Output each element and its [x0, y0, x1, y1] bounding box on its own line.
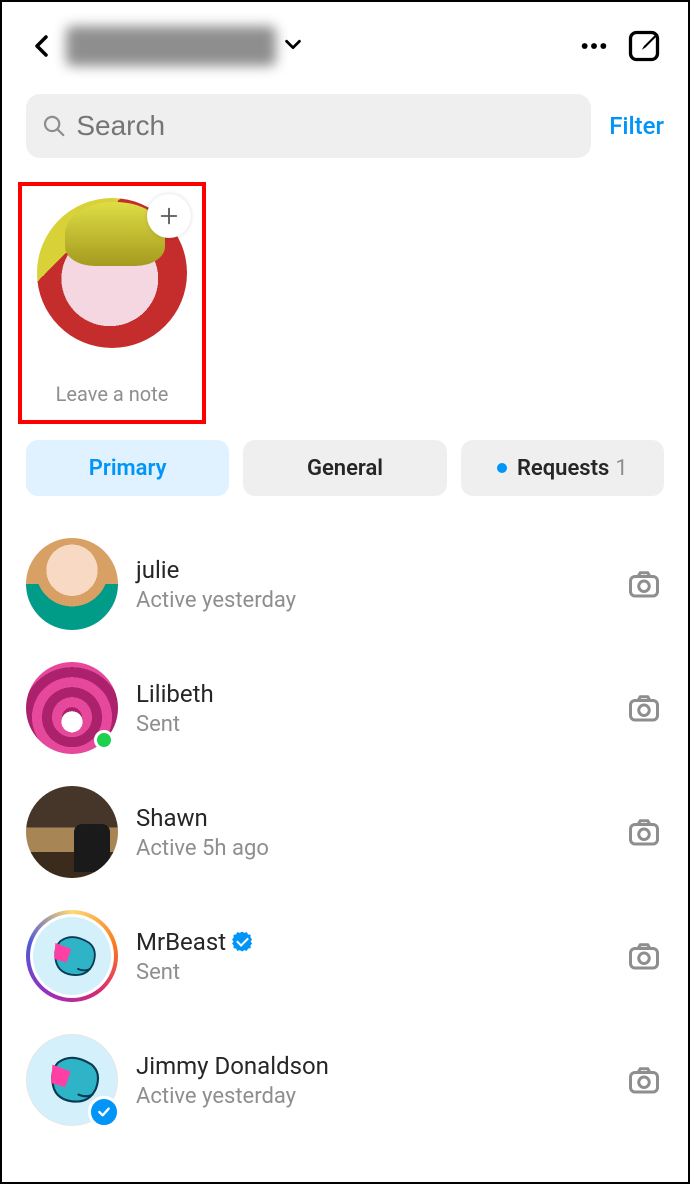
tab-primary-label: Primary: [89, 456, 167, 481]
chat-name: Lilibeth: [136, 680, 214, 708]
leave-note-card[interactable]: Leave a note: [18, 182, 206, 424]
chat-name: Shawn: [136, 804, 208, 832]
tab-general[interactable]: General: [243, 440, 446, 496]
camera-button[interactable]: [624, 936, 664, 976]
chat-status: Sent: [136, 712, 606, 737]
camera-icon: [626, 566, 662, 602]
chat-text: Shawn Active 5h ago: [136, 804, 606, 861]
avatar: [26, 910, 118, 1002]
chevron-left-icon: [30, 34, 54, 58]
header: [2, 2, 688, 76]
avatar: [26, 786, 118, 878]
chat-text: Lilibeth Sent: [136, 680, 606, 737]
chat-item[interactable]: Lilibeth Sent: [26, 646, 664, 770]
camera-icon: [626, 690, 662, 726]
avatar: [26, 1034, 118, 1126]
more-button[interactable]: [574, 26, 614, 66]
tab-primary[interactable]: Primary: [26, 440, 229, 496]
chat-item[interactable]: Shawn Active 5h ago: [26, 770, 664, 894]
search-box[interactable]: [26, 94, 591, 158]
chat-status: Sent: [136, 960, 606, 985]
filter-link[interactable]: Filter: [609, 112, 664, 140]
chat-text: MrBeast Sent: [136, 928, 606, 985]
camera-icon: [626, 1062, 662, 1098]
tab-general-label: General: [307, 456, 383, 481]
camera-button[interactable]: [624, 1060, 664, 1100]
tab-requests[interactable]: Requests 1: [461, 440, 664, 496]
avatar: [26, 538, 118, 630]
compose-icon: [626, 28, 662, 64]
plus-icon: [158, 205, 180, 227]
search-input[interactable]: [76, 110, 575, 142]
chat-item[interactable]: MrBeast Sent: [26, 894, 664, 1018]
chat-item[interactable]: julie Active yesterday: [26, 522, 664, 646]
camera-button[interactable]: [624, 564, 664, 604]
compose-button[interactable]: [624, 26, 664, 66]
chat-status: Active yesterday: [136, 1084, 606, 1109]
tab-requests-label: Requests: [517, 456, 609, 481]
search-icon: [42, 113, 66, 139]
chat-status: Active yesterday: [136, 588, 606, 613]
chat-name: julie: [136, 556, 179, 584]
chevron-down-icon: [282, 33, 304, 59]
camera-icon: [626, 814, 662, 850]
account-switcher[interactable]: [66, 26, 304, 66]
unread-dot-icon: [497, 463, 507, 473]
your-note-avatar: [37, 198, 187, 348]
avatar: [26, 662, 118, 754]
notes-row: Leave a note: [2, 158, 688, 424]
chat-item[interactable]: Jimmy Donaldson Active yesterday: [26, 1018, 664, 1142]
chat-text: julie Active yesterday: [136, 556, 606, 613]
chat-text: Jimmy Donaldson Active yesterday: [136, 1052, 606, 1109]
camera-button[interactable]: [624, 812, 664, 852]
search-row: Filter: [2, 76, 688, 158]
chat-list: julie Active yesterday Lilibeth Sent: [2, 496, 688, 1142]
verified-badge-icon: [88, 1096, 120, 1128]
add-note-button[interactable]: [147, 194, 191, 238]
inbox-tabs: Primary General Requests 1: [2, 424, 688, 496]
leave-note-label: Leave a note: [56, 382, 169, 406]
chat-status: Active 5h ago: [136, 836, 606, 861]
online-indicator-icon: [94, 730, 114, 750]
tab-requests-count: 1: [615, 456, 627, 481]
back-button[interactable]: [26, 30, 58, 62]
more-horizontal-icon: [578, 30, 610, 62]
verified-badge-icon: [232, 932, 252, 952]
camera-icon: [626, 938, 662, 974]
chat-name: Jimmy Donaldson: [136, 1052, 329, 1080]
camera-button[interactable]: [624, 688, 664, 728]
chat-name: MrBeast: [136, 928, 226, 956]
username-label: [66, 26, 276, 66]
